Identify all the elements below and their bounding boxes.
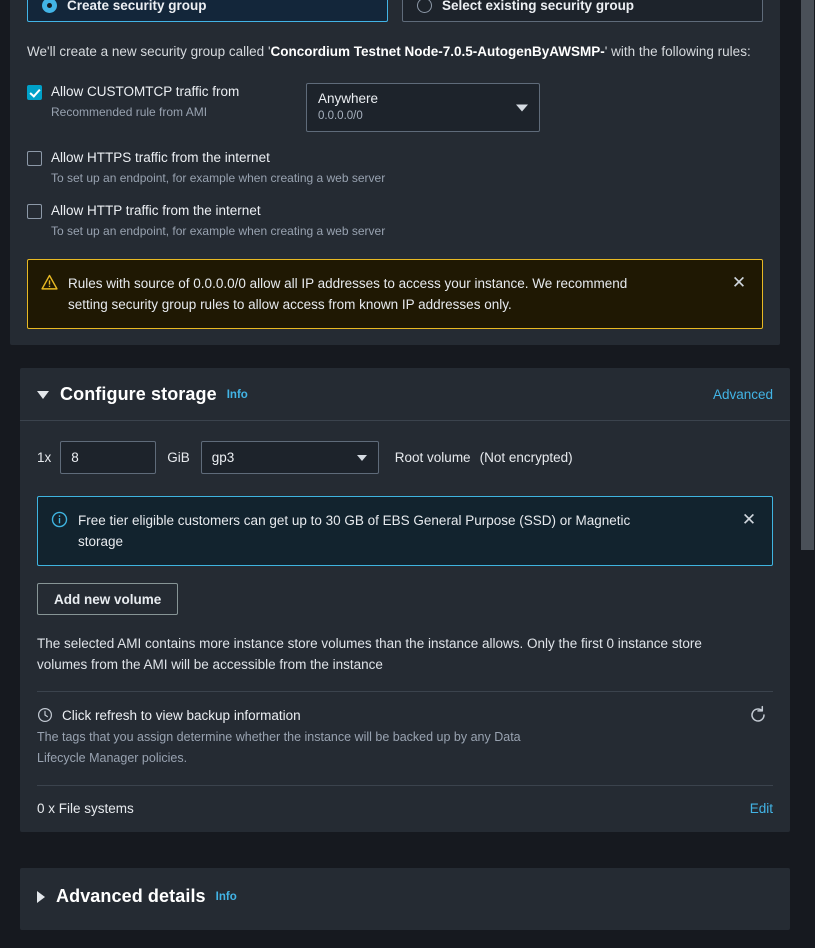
scrollbar-track[interactable] [800, 0, 815, 948]
rule-checkbox-col [27, 149, 51, 166]
radio-create-security-group[interactable] [42, 0, 57, 13]
refresh-icon[interactable] [747, 704, 773, 730]
warning-triangle-icon [41, 273, 68, 296]
rule-title-https: Allow HTTPS traffic from the internet [51, 150, 270, 165]
intro-suffix: ' with the following rules: [604, 44, 751, 59]
close-icon-warning[interactable]: ✕ [728, 272, 750, 294]
security-group-name: Concordium Testnet Node-7.0.5-AutogenByA… [270, 44, 605, 59]
chevron-down-icon-volume-type [356, 454, 367, 461]
backup-information-block: Click refresh to view backup information… [37, 692, 773, 785]
radio-label-create-security-group: Create security group [67, 0, 207, 13]
configure-storage-header[interactable]: Configure storage Info Advanced [20, 368, 790, 421]
launch-instance-page: Create security group Select existing se… [0, 0, 815, 948]
warning-text: Rules with source of 0.0.0.0/0 allow all… [68, 276, 628, 312]
backup-title-row: Click refresh to view backup information [37, 707, 773, 723]
volume-size-input[interactable] [60, 441, 157, 474]
free-tier-text: Free tier eligible customers can get up … [78, 513, 631, 549]
free-tier-banner-wrap: Free tier eligible customers can get up … [37, 474, 773, 566]
configure-storage-card: Configure storage Info Advanced 1x GiB g… [20, 368, 790, 832]
rule-text-http: Allow HTTP traffic from the internet To … [51, 202, 385, 240]
advanced-link[interactable]: Advanced [713, 387, 773, 402]
info-link-storage[interactable]: Info [227, 389, 248, 401]
checkbox-allow-http[interactable] [27, 204, 42, 219]
volume-description: Root volume [394, 450, 471, 465]
checkbox-allow-https[interactable] [27, 151, 42, 166]
volume-count: 1x [37, 450, 52, 465]
free-tier-info-alert: Free tier eligible customers can get up … [37, 496, 773, 566]
security-group-mode-group: Create security group Select existing se… [10, 0, 780, 22]
intro-prefix: We'll create a new security group called… [27, 44, 271, 59]
select-volume-type[interactable]: gp3 [200, 441, 379, 474]
rule-checkbox-col [27, 202, 51, 219]
radio-tile-select-existing-security-group[interactable]: Select existing security group [402, 0, 763, 22]
info-link-advanced[interactable]: Info [216, 891, 237, 903]
select-customtcp-source[interactable]: Anywhere 0.0.0.0/0 [306, 83, 540, 132]
file-systems-row: 0 x File systems Edit [37, 785, 773, 832]
rule-row-customtcp: Allow CUSTOMTCP traffic from Recommended… [27, 83, 763, 132]
network-settings-card: Create security group Select existing se… [10, 0, 780, 345]
chevron-right-icon-advanced[interactable] [37, 890, 45, 903]
rule-subtitle-https: To set up an endpoint, for example when … [51, 171, 386, 185]
rule-text-https: Allow HTTPS traffic from the internet To… [51, 149, 385, 187]
edit-file-systems-link[interactable]: Edit [750, 801, 773, 816]
scrollbar-thumb[interactable] [801, 0, 814, 550]
radio-select-existing-security-group[interactable] [417, 0, 432, 13]
security-group-intro: We'll create a new security group called… [27, 22, 763, 74]
rule-subtitle-customtcp: Recommended rule from AMI [51, 105, 208, 119]
radio-label-select-existing-security-group: Select existing security group [442, 0, 635, 13]
volume-type-value: gp3 [211, 450, 235, 465]
chevron-down-icon [516, 104, 528, 111]
clock-icon [37, 707, 53, 723]
info-circle-icon [51, 510, 78, 533]
backup-subtitle: The tags that you assign determine wheth… [37, 730, 521, 765]
rule-row-http: Allow HTTP traffic from the internet To … [27, 202, 763, 240]
backup-title-text: Click refresh to view backup information [62, 707, 301, 723]
volume-row: 1x GiB gp3 Root volume (Not encrypted) [20, 421, 790, 474]
rule-checkbox-col [27, 83, 51, 100]
close-icon-info[interactable]: ✕ [738, 509, 760, 531]
radio-tile-create-security-group[interactable]: Create security group [27, 0, 388, 22]
security-group-body: We'll create a new security group called… [10, 22, 780, 345]
chevron-down-icon-storage[interactable] [37, 390, 49, 399]
advanced-details-card: Advanced details Info [20, 868, 790, 930]
ami-instance-store-note: The selected AMI contains more instance … [37, 636, 702, 672]
page-title-configure-storage: Configure storage [60, 384, 217, 404]
storage-body: Free tier eligible customers can get up … [20, 474, 790, 832]
add-new-volume-button[interactable]: Add new volume [37, 583, 179, 615]
scroll-viewport: Create security group Select existing se… [0, 0, 800, 948]
checkbox-allow-customtcp[interactable] [27, 85, 42, 100]
rule-subtitle-http: To set up an endpoint, for example when … [51, 224, 386, 238]
volume-unit-label: GiB [167, 450, 190, 465]
source-cidr: 0.0.0.0/0 [318, 110, 363, 122]
file-systems-label: 0 x File systems [37, 801, 134, 816]
volume-encryption-state: (Not encrypted) [479, 450, 573, 465]
security-group-warning-alert: Rules with source of 0.0.0.0/0 allow all… [27, 259, 763, 329]
rule-text-customtcp: Allow CUSTOMTCP traffic from Recommended… [51, 83, 299, 121]
advanced-details-header[interactable]: Advanced details Info [20, 868, 790, 922]
rule-title-customtcp: Allow CUSTOMTCP traffic from [51, 84, 240, 99]
page-title-advanced-details: Advanced details [56, 886, 206, 906]
rule-title-http: Allow HTTP traffic from the internet [51, 203, 261, 218]
rule-row-https: Allow HTTPS traffic from the internet To… [27, 149, 763, 187]
source-value: Anywhere [318, 91, 379, 106]
